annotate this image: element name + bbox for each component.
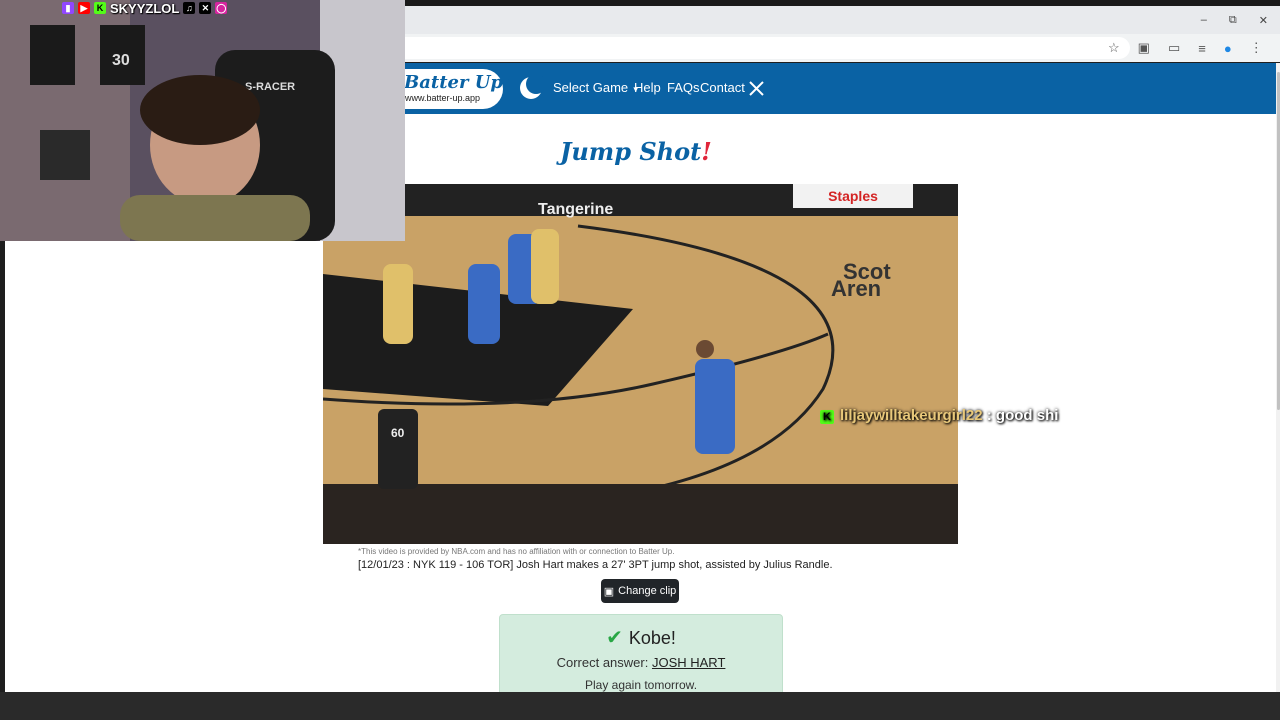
jersey-number: 30 bbox=[112, 52, 130, 69]
restore-icon[interactable]: ⧉ bbox=[1229, 14, 1237, 27]
play-again-text: Play again tomorrow. bbox=[584, 678, 698, 692]
video-camera-icon: ▣ bbox=[603, 585, 615, 598]
chat-message: good shi bbox=[995, 407, 1059, 424]
window-controls: – ⧉ ✕ bbox=[1201, 6, 1280, 34]
tiktok-icon: ♫ bbox=[183, 2, 196, 14]
logo-title: Batter Up! bbox=[404, 72, 511, 93]
extensions-icon[interactable]: ▣ bbox=[1138, 40, 1150, 56]
result-title: ✔ Kobe! bbox=[606, 627, 676, 649]
answer-link[interactable]: JOSH HART bbox=[652, 655, 725, 670]
basketball-court-frame: Staples Tangerine Scot Aren 60 bbox=[323, 184, 958, 544]
desktop-taskbar bbox=[0, 692, 1280, 720]
x-twitter-icon[interactable] bbox=[749, 81, 764, 96]
dark-mode-moon-icon[interactable] bbox=[518, 75, 544, 101]
arena-text-2: Aren bbox=[831, 276, 881, 301]
menu-icon[interactable]: ⋮ bbox=[1250, 40, 1263, 56]
nav-help[interactable]: Help bbox=[634, 80, 661, 95]
webcam-overlay: 30 S-RACER bbox=[0, 0, 405, 241]
banner-text: Staples bbox=[828, 188, 878, 204]
change-clip-button[interactable]: ▣ Change clip bbox=[601, 579, 679, 603]
kick-icon: K bbox=[820, 410, 834, 424]
instagram-icon: ◯ bbox=[215, 2, 228, 14]
x-icon: ✕ bbox=[199, 2, 212, 14]
profile-icon[interactable]: ● bbox=[1224, 41, 1232, 56]
close-icon[interactable]: ✕ bbox=[1259, 14, 1268, 27]
youtube-icon: ▶ bbox=[78, 2, 90, 14]
correct-answer-line: Correct answer: JOSH HART bbox=[556, 655, 726, 670]
minimize-icon[interactable]: – bbox=[1201, 14, 1207, 26]
twitch-icon: ▮ bbox=[62, 2, 74, 14]
media-icon[interactable]: ≡ bbox=[1198, 41, 1206, 56]
referee-number: 60 bbox=[391, 426, 405, 440]
video-disclaimer: *This video is provided by NBA.com and h… bbox=[358, 547, 675, 556]
tab-bar bbox=[405, 6, 1280, 34]
clip-caption: [12/01/23 : NYK 119 - 106 TOR] Josh Hart… bbox=[358, 559, 833, 571]
stream-social-bar: ▮ ▶ K SKYYZLOL ♫ ✕ ◯ bbox=[62, 0, 228, 16]
toolbar-icons: ☆ ▣ ▭ ≡ ● ⋮ bbox=[1108, 37, 1263, 59]
checkmark-icon: ✔ bbox=[606, 627, 623, 649]
streamer-handle: SKYYZLOL bbox=[110, 0, 180, 16]
court-sponsor-text: Tangerine bbox=[538, 201, 613, 218]
change-clip-label: Change clip bbox=[618, 585, 677, 597]
nav-contact[interactable]: Contact bbox=[700, 80, 745, 95]
nav-select-game[interactable]: Select Game ▼ bbox=[553, 80, 640, 95]
video-player[interactable]: Staples Tangerine Scot Aren 60 bbox=[323, 184, 958, 544]
bookmark-star-icon[interactable]: ☆ bbox=[1108, 40, 1120, 56]
result-panel: ✔ Kobe! Correct answer: JOSH HART Play ag… bbox=[499, 614, 783, 694]
page-title: Jump Shot! bbox=[560, 137, 712, 166]
address-bar[interactable] bbox=[405, 37, 1130, 59]
chat-username: liljaywilltakeurgirl22 bbox=[840, 407, 983, 424]
nav-faqs[interactable]: FAQs bbox=[667, 80, 700, 95]
chat-separator: : bbox=[982, 407, 996, 424]
logo-url: www.batter-up.app bbox=[405, 93, 481, 103]
chat-overlay-message: Kliljaywilltakeurgirl22 : good shi bbox=[820, 407, 1058, 424]
chair-brand: S-RACER bbox=[245, 81, 295, 93]
cast-icon[interactable]: ▭ bbox=[1168, 40, 1180, 56]
kick-icon: K bbox=[94, 2, 106, 14]
streamer-webcam-image: 30 S-RACER bbox=[0, 0, 405, 241]
